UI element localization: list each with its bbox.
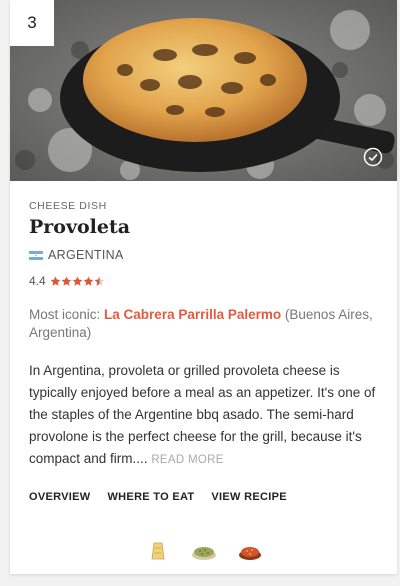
star-icon: [83, 276, 94, 286]
ingredient-icons: [10, 540, 397, 562]
argentina-flag-icon: [29, 250, 43, 260]
dish-title[interactable]: Provoleta: [29, 216, 381, 238]
dish-photo[interactable]: [10, 0, 397, 181]
iconic-place-link[interactable]: La Cabrera Parrilla Palermo: [104, 307, 281, 322]
cheese-icon[interactable]: [145, 540, 171, 562]
oregano-icon[interactable]: [191, 540, 217, 562]
chili-flakes-icon[interactable]: [237, 540, 263, 562]
most-iconic: Most iconic: La Cabrera Parrilla Palermo…: [29, 306, 381, 342]
tab-view-recipe[interactable]: VIEW RECIPE: [211, 491, 286, 503]
star-icon: [72, 276, 83, 286]
iconic-label: Most iconic:: [29, 307, 101, 322]
dish-description: In Argentina, provoleta or grilled provo…: [29, 360, 381, 471]
rating: 4.4: [29, 274, 381, 288]
star-half-icon: [94, 276, 105, 286]
dish-country[interactable]: ARGENTINA: [29, 248, 381, 262]
check-icon[interactable]: [363, 147, 383, 167]
rank-badge: 3: [10, 0, 54, 46]
tab-overview[interactable]: OVERVIEW: [29, 491, 91, 503]
country-label: ARGENTINA: [48, 248, 124, 262]
star-icon: [61, 276, 72, 286]
dish-category: CHEESE DISH: [29, 200, 107, 212]
card-body: CHEESE DISH Provoleta ARGENTINA 4.4 Most…: [29, 200, 381, 503]
tab-where-to-eat[interactable]: WHERE TO EAT: [108, 491, 195, 503]
rating-value: 4.4: [29, 274, 46, 288]
star-icon: [50, 276, 61, 286]
description-text: In Argentina, provoleta or grilled provo…: [29, 363, 376, 466]
dish-card[interactable]: 3 CHEESE DISH Provoleta ARGENTINA 4.4 Mo…: [10, 0, 397, 574]
read-more-link[interactable]: READ MORE: [151, 454, 223, 466]
card-tabs: OVERVIEW WHERE TO EAT VIEW RECIPE: [29, 491, 381, 503]
rating-stars: [50, 276, 105, 287]
